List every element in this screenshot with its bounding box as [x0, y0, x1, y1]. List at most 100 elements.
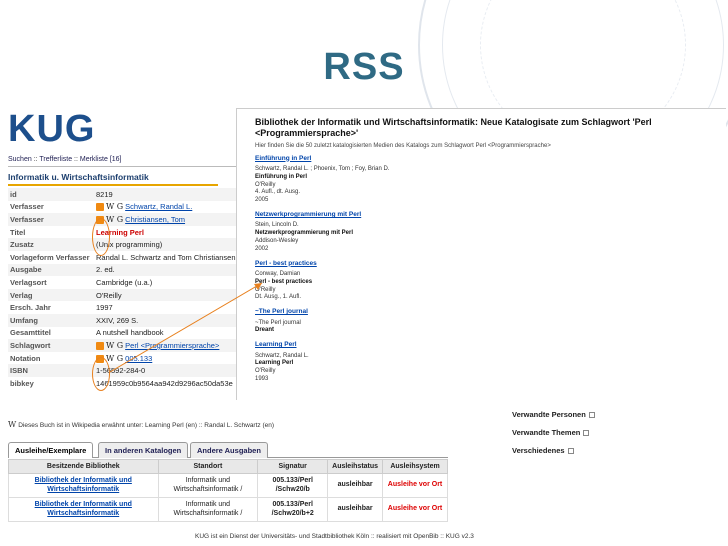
field-value-link[interactable]: 005.133 — [125, 354, 152, 363]
status-cell: ausleihbar — [327, 497, 384, 522]
rss-item-line: Addison-Wesley — [255, 237, 299, 244]
table-row: Bibliothek der Informatik und Wirtschaft… — [8, 497, 448, 522]
wikipedia-google-icons[interactable]: W G — [106, 202, 123, 211]
rss-item-link[interactable]: Einführung in Perl — [255, 155, 716, 163]
record-row: Titel Learning Perl — [8, 226, 264, 239]
rss-item-line: 4. Aufl., dt. Ausg. — [255, 189, 301, 196]
field-value-link[interactable]: Perl <Programmiersprache> — [125, 341, 219, 350]
record-row: Ausgabe 2. ed. — [8, 263, 264, 277]
tab-andere-ausgaben[interactable]: Andere Ausgaben — [190, 442, 268, 458]
record-row: Schlagwort W G Perl <Programmiersprache> — [8, 339, 264, 352]
catalog-section-title: Informatik u. Wirtschaftsinformatik — [8, 172, 218, 186]
rss-item-line: Netzwerkprogrammierung mit Perl — [255, 230, 354, 237]
rss-item-line: Dt. Ausg., 1. Aufl. — [255, 294, 302, 301]
library-link[interactable]: Bibliothek der Informatik und Wirtschaft… — [35, 477, 132, 492]
nav-suchen[interactable]: Suchen — [8, 156, 32, 163]
rss-item-link[interactable]: ~The Perl journal — [255, 308, 716, 316]
page-footer: KUG ist ein Dienst der Universitäts- und… — [195, 533, 474, 540]
record-row: Zusatz (Unix programming) — [8, 238, 264, 251]
library-link[interactable]: Bibliothek der Informatik und Wirtschaft… — [35, 501, 132, 516]
rss-item-line: O'Reilly — [255, 286, 276, 293]
field-label: ISBN — [8, 364, 94, 377]
loan-system-cell: Ausleihe vor Ort — [382, 497, 448, 522]
wikipedia-google-icons[interactable]: W G — [106, 354, 123, 363]
highlight-circle — [92, 218, 110, 256]
rss-feed-panel: Bibliothek der Informatik und Wirtschaft… — [236, 108, 726, 400]
field-label: Ausgabe — [8, 263, 94, 277]
signature-cell: 005.133/Perl /Schw20/b+2 — [257, 497, 329, 522]
related-misc[interactable]: Verschiedenes — [512, 446, 574, 455]
rss-item-line: Stein, Lincoln D. — [255, 222, 299, 229]
rss-item-link[interactable]: Perl - best practices — [255, 260, 716, 268]
wikipedia-google-icons[interactable]: W G — [106, 341, 123, 350]
rss-item-link[interactable]: Netzwerkprogrammierung mit Perl — [255, 211, 716, 219]
column-header: Standort — [157, 459, 259, 474]
record-row: Notation W G 005.133 — [8, 352, 264, 365]
expand-icon — [583, 430, 590, 437]
field-label: id — [8, 188, 94, 201]
rss-feed-icon[interactable] — [96, 203, 104, 212]
rss-item-line: Conway, Damian — [255, 270, 301, 277]
rss-item-line: Perl - best practices — [255, 278, 313, 285]
record-row: Gesamttitel A nutshell handbook — [8, 327, 264, 340]
wikipedia-google-icons[interactable]: W G — [106, 215, 123, 224]
column-header: Signatur — [257, 459, 329, 474]
related-label: Verwandte Personen — [512, 410, 586, 419]
field-label: Ersch. Jahr — [10, 303, 51, 313]
slide-title: RSS — [323, 46, 405, 88]
field-label: Schlagwort — [8, 339, 94, 352]
related-box: Verwandte Personen Verwandte Themen Vers… — [508, 400, 728, 460]
wikipedia-text: Dieses Buch ist in Wikipedia erwähnt unt… — [18, 422, 275, 429]
expand-icon — [588, 412, 595, 419]
table-row: Bibliothek der Informatik und Wirtschaft… — [8, 473, 448, 498]
record-row: Verfasser W G Christiansen, Tom — [8, 213, 264, 226]
rss-item: Learning Perl Schwartz, Randal L. Learning… — [255, 341, 716, 384]
rss-item-line: 2002 — [255, 245, 269, 252]
status-cell: ausleihbar — [327, 473, 384, 498]
field-label: Verlag — [8, 288, 94, 302]
rss-item-line: Schwartz, Randal L. ; Phoenix, Tom ; Foy… — [255, 165, 390, 172]
holdings-table: Besitzende Bibliothek Standort Signatur … — [8, 459, 448, 522]
rss-item: ~The Perl journal ~The Perl journal Dreant — [255, 308, 716, 335]
field-label: Verfasser — [10, 202, 44, 212]
rss-item: Perl - best practices Conway, Damian Perl … — [255, 260, 716, 303]
related-label: Verschiedenes — [512, 446, 565, 455]
expand-icon — [567, 448, 574, 455]
field-label: Verfasser — [8, 213, 94, 226]
nav-merkliste[interactable]: Merkliste [16] — [80, 156, 122, 163]
rss-item-line: ~The Perl journal — [255, 319, 301, 326]
field-value-link[interactable]: Christiansen, Tom — [125, 215, 185, 224]
nav-sep: :: — [72, 156, 80, 163]
related-topics[interactable]: Verwandte Themen — [512, 428, 590, 437]
wikipedia-line: W Dieses Buch ist in Wikipedia erwähnt un… — [8, 420, 274, 429]
signature-cell: 005.133/Perl /Schw20/b — [257, 473, 329, 498]
record-row: Vorlageform Verfasser Randal L. Schwartz … — [8, 251, 264, 264]
tab-ausleihe[interactable]: Ausleihe/Exemplare — [8, 442, 94, 458]
rss-feed-icon[interactable] — [96, 341, 104, 350]
field-label: bibkey — [10, 378, 34, 388]
rss-item-line: 2005 — [255, 197, 269, 204]
record-row: Verlag O'Reilly — [8, 288, 264, 302]
holdings-tabs: Ausleihe/Exemplare In anderen Katalogen … — [8, 442, 448, 458]
location-cell: Informatik und Wirtschaftsinformatik / — [157, 473, 259, 498]
rss-feed-title: Bibliothek der Informatik und Wirtschaft… — [255, 117, 652, 139]
rss-item-link[interactable]: Learning Perl — [255, 341, 716, 349]
tab-andere-kataloge[interactable]: In anderen Katalogen — [98, 442, 189, 458]
column-header: Besitzende Bibliothek — [8, 459, 159, 474]
field-value-link[interactable]: Schwartz, Randal L. — [125, 202, 192, 211]
loan-system-cell: Ausleihe vor Ort — [382, 473, 448, 498]
field-label: Umfang — [8, 313, 94, 327]
field-label: Vorlageform Verfasser — [10, 252, 90, 262]
record-table: id 8219 Verfasser W G Schwartz, Randal L. Ver… — [8, 188, 264, 390]
wikipedia-icon: W — [8, 420, 17, 429]
record-row: id 8219 — [8, 188, 264, 201]
nav-trefferliste[interactable]: Trefferliste — [39, 156, 72, 163]
related-persons[interactable]: Verwandte Personen — [512, 410, 595, 419]
rss-feed-subtitle: Hier finden Sie die 50 zuletzt katalogis… — [255, 142, 551, 149]
rss-item-line: Einführung in Perl — [255, 173, 307, 180]
rss-item-line: O'Reilly — [255, 181, 276, 188]
location-cell: Informatik und Wirtschaftsinformatik / — [157, 497, 259, 522]
rss-item-line: O'Reilly — [255, 368, 276, 375]
field-label: Notation — [10, 353, 41, 363]
record-row: Ersch. Jahr 1997 — [8, 301, 264, 314]
